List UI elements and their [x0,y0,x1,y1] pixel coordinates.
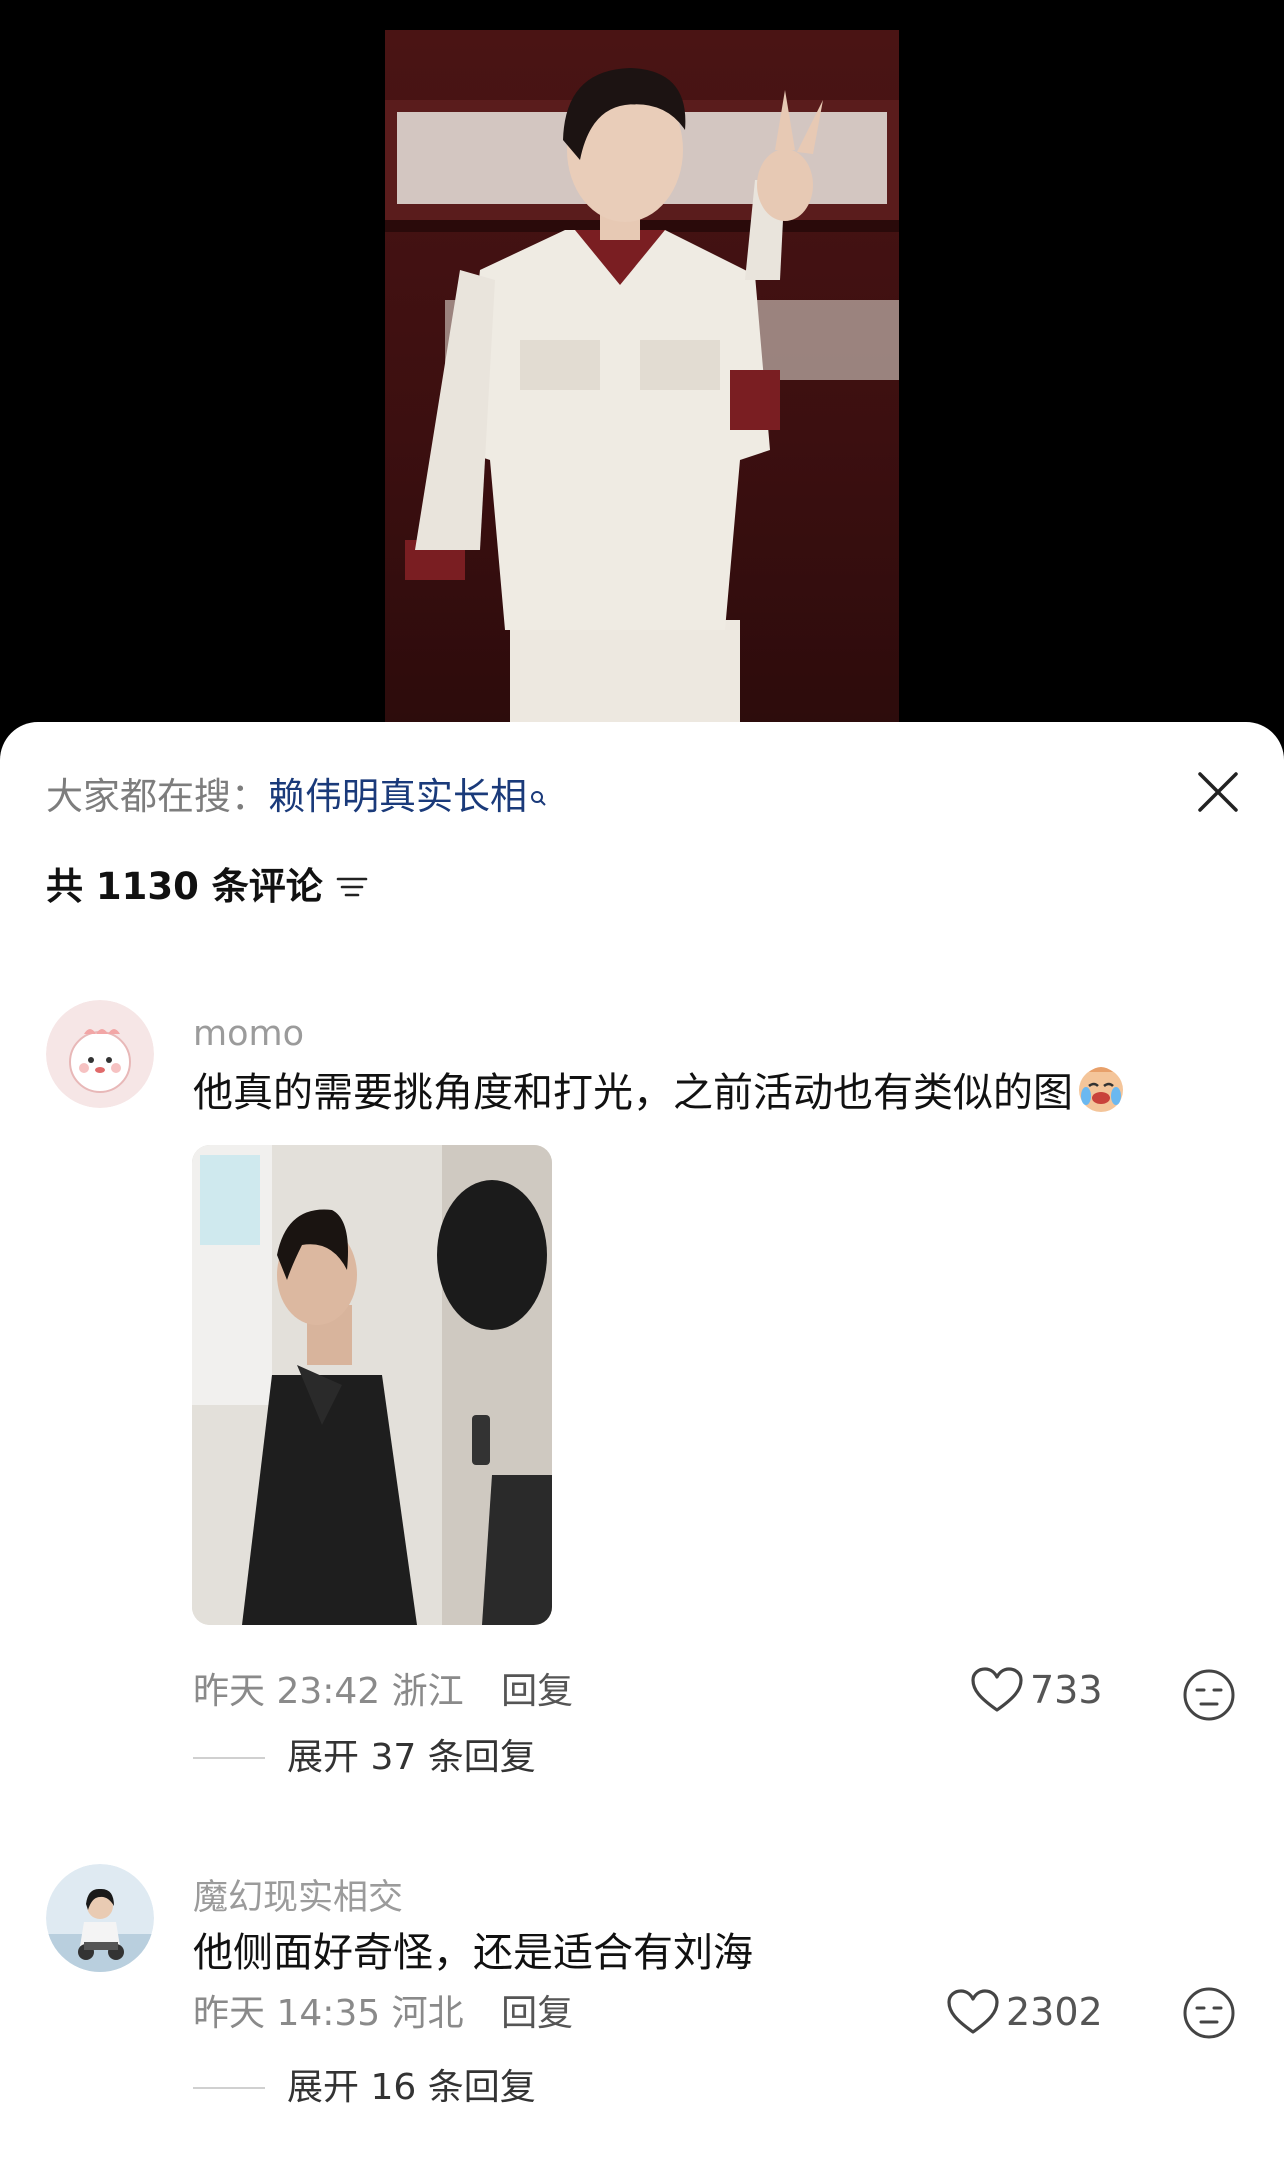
comment-sheet: 大家都在搜：赖伟明真实长相 共 1130 条评论 momo 他真的需要挑角度和打… [0,722,1284,2180]
comment-item: momo 他真的需要挑角度和打光，之前活动也有类似的图 昨天 23:42 浙江 … [0,1000,1284,1778]
comment-location: 浙江 [391,1671,464,1712]
comment-time: 昨天 14:35 [193,1993,381,2034]
comment-image[interactable] [192,1145,552,1625]
expand-replies-label: 展开 37 条回复 [287,1737,536,1778]
like-count: 733 [1030,1668,1103,1712]
expand-replies[interactable]: 展开 16 条回复 [193,2064,536,2112]
reply-button[interactable]: 回复 [501,1671,573,1712]
sort-button[interactable] [335,872,369,902]
comment-count: 共 1130 条评论 [46,865,323,908]
comment-count-row: 共 1130 条评论 [46,862,369,912]
username[interactable]: momo [193,1012,304,1056]
expand-replies[interactable]: 展开 37 条回复 [193,1734,536,1782]
expand-replies-label: 展开 16 条回复 [287,2067,536,2108]
neutral-face-icon [1183,1669,1235,1721]
hot-search-label: 大家都在搜： [46,775,268,818]
comment-meta: 昨天 23:42 浙江 回复 [193,1668,573,1716]
like-button[interactable]: 733 [970,1666,1103,1714]
heart-outline-icon [947,1989,999,2034]
comment-time: 昨天 23:42 [193,1671,381,1712]
comment-meta: 昨天 14:35 河北 回复 [193,1990,573,2038]
like-count: 2302 [1006,1990,1103,2034]
divider-line [193,1757,265,1759]
neutral-face-icon [1183,1987,1235,2039]
comment-item: 魔幻现实相交 他侧面好奇怪，还是适合有刘海 昨天 14:35 河北 回复 230… [0,1864,1284,2164]
like-button[interactable]: 2302 [946,1988,1103,2036]
react-button[interactable] [1182,1668,1236,1722]
reply-button[interactable]: 回复 [501,1993,573,2034]
close-button[interactable] [1190,764,1246,820]
comment-text: 他侧面好奇怪，还是适合有刘海 [193,1930,753,1976]
magnifier-icon [529,772,547,822]
avatar[interactable] [46,1864,154,1972]
close-icon [1198,772,1238,812]
photo-illustration [385,68,899,760]
heart-outline-icon [971,1667,1023,1712]
hot-search-banner[interactable]: 大家都在搜：赖伟明真实长相 [46,772,547,822]
avatar[interactable] [46,1000,154,1108]
divider-line [193,2087,265,2089]
username[interactable]: 魔幻现实相交 [193,1876,403,1920]
crying-laughing-emoji-icon [1075,1062,1127,1128]
post-photo[interactable] [385,30,899,760]
filter-lines-icon [336,877,368,897]
comment-location: 河北 [391,1993,464,2034]
react-button[interactable] [1182,1986,1236,2040]
hot-search-term[interactable]: 赖伟明真实长相 [268,775,527,818]
comment-text: 他真的需要挑角度和打光，之前活动也有类似的图 [193,1062,1127,1128]
media-viewer[interactable] [0,0,1284,760]
